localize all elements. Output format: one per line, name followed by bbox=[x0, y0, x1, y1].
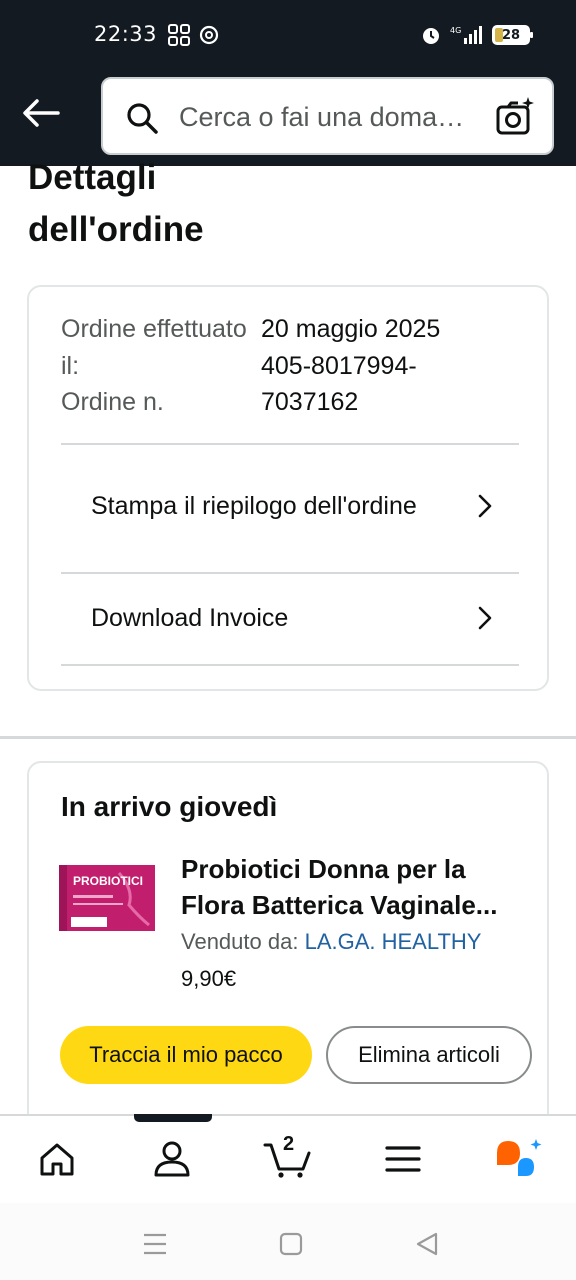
status-time: 22:33 bbox=[94, 22, 158, 46]
home-button-icon[interactable] bbox=[276, 1231, 306, 1257]
recent-apps-icon[interactable] bbox=[140, 1231, 170, 1257]
search-placeholder: Cerca o fai una domanda bbox=[179, 102, 479, 132]
nav-rufus[interactable] bbox=[494, 1136, 544, 1182]
delivery-card: In arrivo giovedì PROBIOTICI Probiotici … bbox=[27, 761, 549, 1141]
chevron-right-icon bbox=[478, 606, 492, 630]
order-labels: Ordine effettuato il: Ordine n. bbox=[61, 311, 261, 421]
product-name-line2: Flora Batterica Vaginale... bbox=[181, 890, 498, 920]
delete-items-button[interactable]: Elimina articoli bbox=[326, 1026, 532, 1084]
order-info: Ordine effettuato il: Ordine n. 20 maggi… bbox=[61, 311, 521, 421]
back-button-icon[interactable] bbox=[412, 1231, 442, 1257]
download-invoice-link[interactable]: Download Invoice bbox=[61, 592, 519, 644]
home-icon bbox=[40, 1143, 74, 1176]
order-number-label: Ordine n. bbox=[61, 388, 164, 416]
rufus-icon bbox=[497, 1139, 542, 1176]
print-summary-link[interactable]: Stampa il riepilogo dell'ordine bbox=[61, 467, 519, 545]
order-values: 20 maggio 2025 405-8017994-7037162 bbox=[261, 311, 521, 421]
seller-link[interactable]: LA.GA. HEALTHY bbox=[305, 929, 482, 954]
delivery-title: In arrivo giovedì bbox=[61, 791, 278, 822]
status-icons-left bbox=[168, 24, 220, 46]
product-name[interactable]: Probiotici Donna per la Flora Batterica … bbox=[181, 851, 531, 923]
active-tab-indicator bbox=[134, 1114, 212, 1122]
camera-search-icon[interactable] bbox=[494, 95, 536, 137]
cart-count-badge: 2 bbox=[283, 1133, 295, 1155]
search-icon bbox=[127, 103, 158, 134]
menu-icon bbox=[385, 1146, 421, 1172]
chevron-right-icon bbox=[478, 494, 492, 518]
track-package-button[interactable]: Traccia il mio pacco bbox=[60, 1026, 312, 1084]
account-icon bbox=[154, 1141, 190, 1177]
product-price: 9,90€ bbox=[181, 966, 237, 991]
back-arrow-icon bbox=[23, 99, 60, 127]
product-name-line1: Probiotici Donna per la bbox=[181, 854, 466, 884]
divider bbox=[61, 664, 519, 666]
product-image[interactable]: PROBIOTICI bbox=[59, 865, 157, 933]
order-date-label: Ordine effettuato il: bbox=[61, 315, 247, 380]
battery-level: 28 bbox=[501, 27, 521, 43]
bottom-nav bbox=[0, 1114, 576, 1202]
system-nav-bar bbox=[0, 1203, 576, 1280]
product-image-text: PROBIOTICI bbox=[73, 874, 143, 888]
back-button[interactable] bbox=[18, 90, 64, 136]
status-bar: 22:33 4G 28 bbox=[0, 0, 576, 70]
seller-label: Venduto da: bbox=[181, 929, 299, 954]
order-date-value: 20 maggio 2025 bbox=[261, 315, 441, 343]
alarm-icon bbox=[423, 28, 439, 44]
threads-icon bbox=[199, 25, 219, 45]
network-label: 4G bbox=[450, 26, 461, 35]
page-title: Dettagli dell'ordine bbox=[28, 158, 204, 249]
grid-notification-icon bbox=[168, 24, 190, 46]
print-summary-label: Stampa il riepilogo dell'ordine bbox=[91, 492, 417, 520]
signal-icon: 4G bbox=[450, 26, 482, 44]
divider bbox=[61, 572, 519, 574]
order-summary-card: Ordine effettuato il: Ordine n. 20 maggi… bbox=[27, 285, 549, 691]
nav-home[interactable] bbox=[34, 1136, 80, 1182]
divider bbox=[61, 443, 519, 445]
section-separator bbox=[0, 736, 576, 739]
search-input[interactable]: Cerca o fai una domanda bbox=[101, 77, 554, 155]
download-invoice-label: Download Invoice bbox=[91, 604, 289, 632]
nav-account[interactable] bbox=[149, 1136, 195, 1182]
order-number-value: 405-8017994-7037162 bbox=[261, 351, 417, 417]
seller-info: Venduto da: LA.GA. HEALTHY bbox=[181, 929, 481, 955]
status-icons-right: 4G 28 bbox=[420, 24, 533, 46]
nav-menu[interactable] bbox=[380, 1136, 426, 1182]
battery-indicator: 28 bbox=[492, 25, 533, 45]
